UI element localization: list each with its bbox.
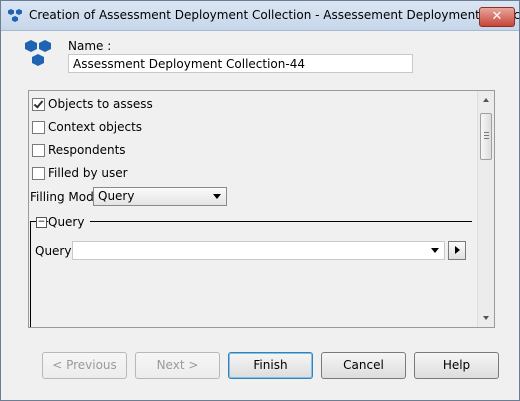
dialog-window: Creation of Assessment Deployment Collec…	[0, 0, 520, 401]
query-open-button[interactable]	[448, 241, 466, 260]
app-logo-icon	[8, 9, 22, 22]
chevron-down-icon[interactable]	[431, 248, 439, 253]
filled-by-user-option[interactable]: Filled by user	[32, 165, 128, 181]
filled-by-user-checkbox[interactable]	[32, 166, 45, 180]
cancel-button[interactable]: Cancel	[321, 352, 406, 379]
objects-to-assess-checkbox[interactable]	[32, 97, 45, 111]
respondents-label: Respondents	[48, 143, 126, 157]
close-icon: ✕	[491, 9, 503, 24]
arrow-down-icon	[483, 316, 489, 320]
filling-mode-value: Query	[98, 189, 135, 203]
name-label: Name :	[68, 39, 112, 53]
collapse-toggle-icon[interactable]: −	[36, 217, 47, 228]
options-panel: Objects to assess Context objects Respon…	[28, 90, 495, 328]
close-button[interactable]: ✕	[479, 7, 515, 27]
context-objects-option[interactable]: Context objects	[32, 119, 142, 135]
assessment-logo-icon	[25, 40, 51, 66]
query-combobox[interactable]	[72, 241, 445, 260]
respondents-option[interactable]: Respondents	[32, 142, 126, 158]
chevron-down-icon	[213, 194, 221, 199]
window-title: Creation of Assessment Deployment Collec…	[29, 8, 520, 22]
filling-mode-select[interactable]: Query	[93, 187, 227, 206]
title-bar: Creation of Assessment Deployment Collec…	[1, 1, 520, 31]
name-field[interactable]: Assessment Deployment Collection-44	[68, 54, 413, 73]
scrollbar-thumb[interactable]	[480, 113, 492, 160]
finish-button[interactable]: Finish	[228, 352, 313, 379]
grip-icon	[484, 132, 489, 133]
query-label: Query:	[35, 244, 75, 258]
next-button[interactable]: Next >	[135, 352, 220, 379]
query-group-divider	[30, 221, 472, 222]
query-group-title: Query	[48, 215, 91, 229]
context-objects-label: Context objects	[48, 120, 143, 134]
arrow-up-icon	[483, 98, 489, 102]
respondents-checkbox[interactable]	[32, 143, 45, 157]
filled-by-user-label: Filled by user	[48, 166, 128, 180]
context-objects-checkbox[interactable]	[32, 120, 45, 134]
query-group-border	[30, 221, 31, 327]
scroll-up-button[interactable]	[478, 91, 494, 108]
scroll-down-button[interactable]	[478, 310, 494, 327]
objects-to-assess-option[interactable]: Objects to assess	[32, 96, 153, 112]
vertical-scrollbar[interactable]	[477, 91, 494, 327]
help-button[interactable]: Help	[414, 352, 499, 379]
previous-button[interactable]: < Previous	[42, 352, 127, 379]
play-arrow-icon	[455, 246, 460, 254]
objects-to-assess-label: Objects to assess	[48, 97, 153, 111]
